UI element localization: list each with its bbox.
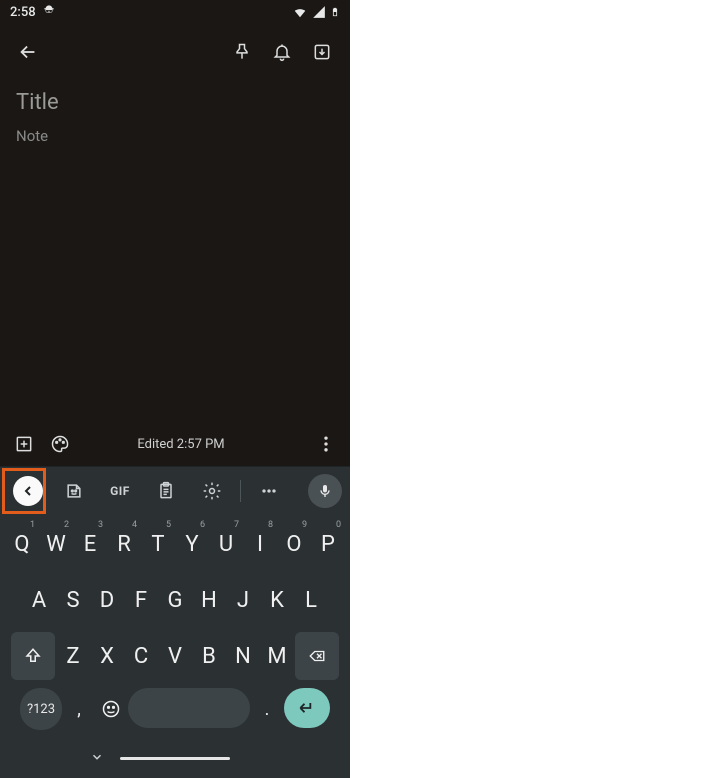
keyboard-row-3: ZXCVBNM — [3, 632, 347, 680]
system-navbar — [0, 738, 350, 778]
back-button[interactable] — [8, 32, 48, 72]
letter-key-n[interactable]: N — [227, 632, 259, 680]
letter-key-l[interactable]: L — [295, 576, 327, 624]
letter-key-f[interactable]: F — [125, 576, 157, 624]
letter-key-x[interactable]: X — [91, 632, 123, 680]
bottom-app-bar: Edited 2:57 PM — [0, 422, 350, 466]
letter-key-s[interactable]: S — [57, 576, 89, 624]
reminder-button[interactable] — [262, 32, 302, 72]
letter-key-m[interactable]: M — [261, 632, 293, 680]
app-toolbar — [0, 24, 350, 80]
letter-key-u[interactable]: U7 — [210, 520, 242, 568]
letter-key-j[interactable]: J — [227, 576, 259, 624]
keyboard-row-4: ?123 , . — [3, 688, 347, 732]
letter-key-p[interactable]: P0 — [312, 520, 344, 568]
letter-key-o[interactable]: O9 — [278, 520, 310, 568]
clipboard-button[interactable] — [144, 469, 188, 513]
keyboard-row-1: Q1W2E3R4T5Y6U7I8O9P0 — [3, 520, 347, 568]
wifi-icon — [292, 5, 308, 19]
toolbar-divider — [240, 480, 241, 502]
letter-key-r[interactable]: R4 — [108, 520, 140, 568]
note-editor — [0, 80, 350, 422]
mic-button[interactable] — [308, 474, 342, 508]
letter-key-a[interactable]: A — [23, 576, 55, 624]
gif-button[interactable]: GIF — [98, 469, 142, 513]
letter-key-v[interactable]: V — [159, 632, 191, 680]
home-gesture-pill[interactable] — [120, 757, 230, 760]
letter-key-c[interactable]: C — [125, 632, 157, 680]
body-input[interactable] — [16, 127, 334, 145]
letter-key-d[interactable]: D — [91, 576, 123, 624]
sticker-button[interactable] — [52, 469, 96, 513]
enter-key[interactable] — [284, 688, 330, 728]
onscreen-keyboard: GIF Q1W2E3R4T5Y6U7I8O9P0 ASDFGHJKL — [0, 466, 350, 778]
signal-icon — [312, 5, 326, 19]
pin-button[interactable] — [222, 32, 262, 72]
letter-key-z[interactable]: Z — [57, 632, 89, 680]
phone-frame: 2:58 — [0, 0, 350, 778]
keyboard-toolbar: GIF — [0, 466, 350, 514]
letter-key-y[interactable]: Y6 — [176, 520, 208, 568]
toolbar-more-button[interactable] — [247, 469, 291, 513]
battery-icon — [330, 4, 340, 20]
letter-key-g[interactable]: G — [159, 576, 191, 624]
status-left: 2:58 — [10, 3, 56, 21]
emoji-key[interactable] — [96, 688, 126, 730]
letter-key-e[interactable]: E3 — [74, 520, 106, 568]
letter-key-q[interactable]: Q1 — [6, 520, 38, 568]
shift-key[interactable] — [11, 632, 55, 680]
status-bar: 2:58 — [0, 0, 350, 24]
archive-button[interactable] — [302, 32, 342, 72]
comma-key[interactable]: , — [64, 688, 94, 730]
letter-key-w[interactable]: W2 — [40, 520, 72, 568]
nav-keyboard-hide-icon[interactable] — [90, 749, 104, 768]
add-box-button[interactable] — [6, 426, 42, 462]
symbols-key[interactable]: ?123 — [20, 688, 62, 730]
letter-key-h[interactable]: H — [193, 576, 225, 624]
period-key[interactable]: . — [252, 688, 282, 730]
letter-key-t[interactable]: T5 — [142, 520, 174, 568]
edited-timestamp: Edited 2:57 PM — [54, 437, 308, 452]
letter-key-k[interactable]: K — [261, 576, 293, 624]
incognito-icon — [42, 3, 56, 21]
backspace-key[interactable] — [295, 632, 339, 680]
settings-button[interactable] — [190, 469, 234, 513]
more-options-button[interactable] — [308, 426, 344, 462]
title-input[interactable] — [16, 90, 334, 115]
status-time: 2:58 — [10, 5, 36, 20]
letter-key-b[interactable]: B — [193, 632, 225, 680]
space-key[interactable] — [128, 688, 250, 728]
status-right — [292, 4, 340, 20]
keyboard-collapse-button[interactable] — [6, 469, 50, 513]
keyboard-rows: Q1W2E3R4T5Y6U7I8O9P0 ASDFGHJKL ZXCVBNM ?… — [0, 514, 350, 738]
keyboard-row-2: ASDFGHJKL — [3, 576, 347, 624]
letter-key-i[interactable]: I8 — [244, 520, 276, 568]
